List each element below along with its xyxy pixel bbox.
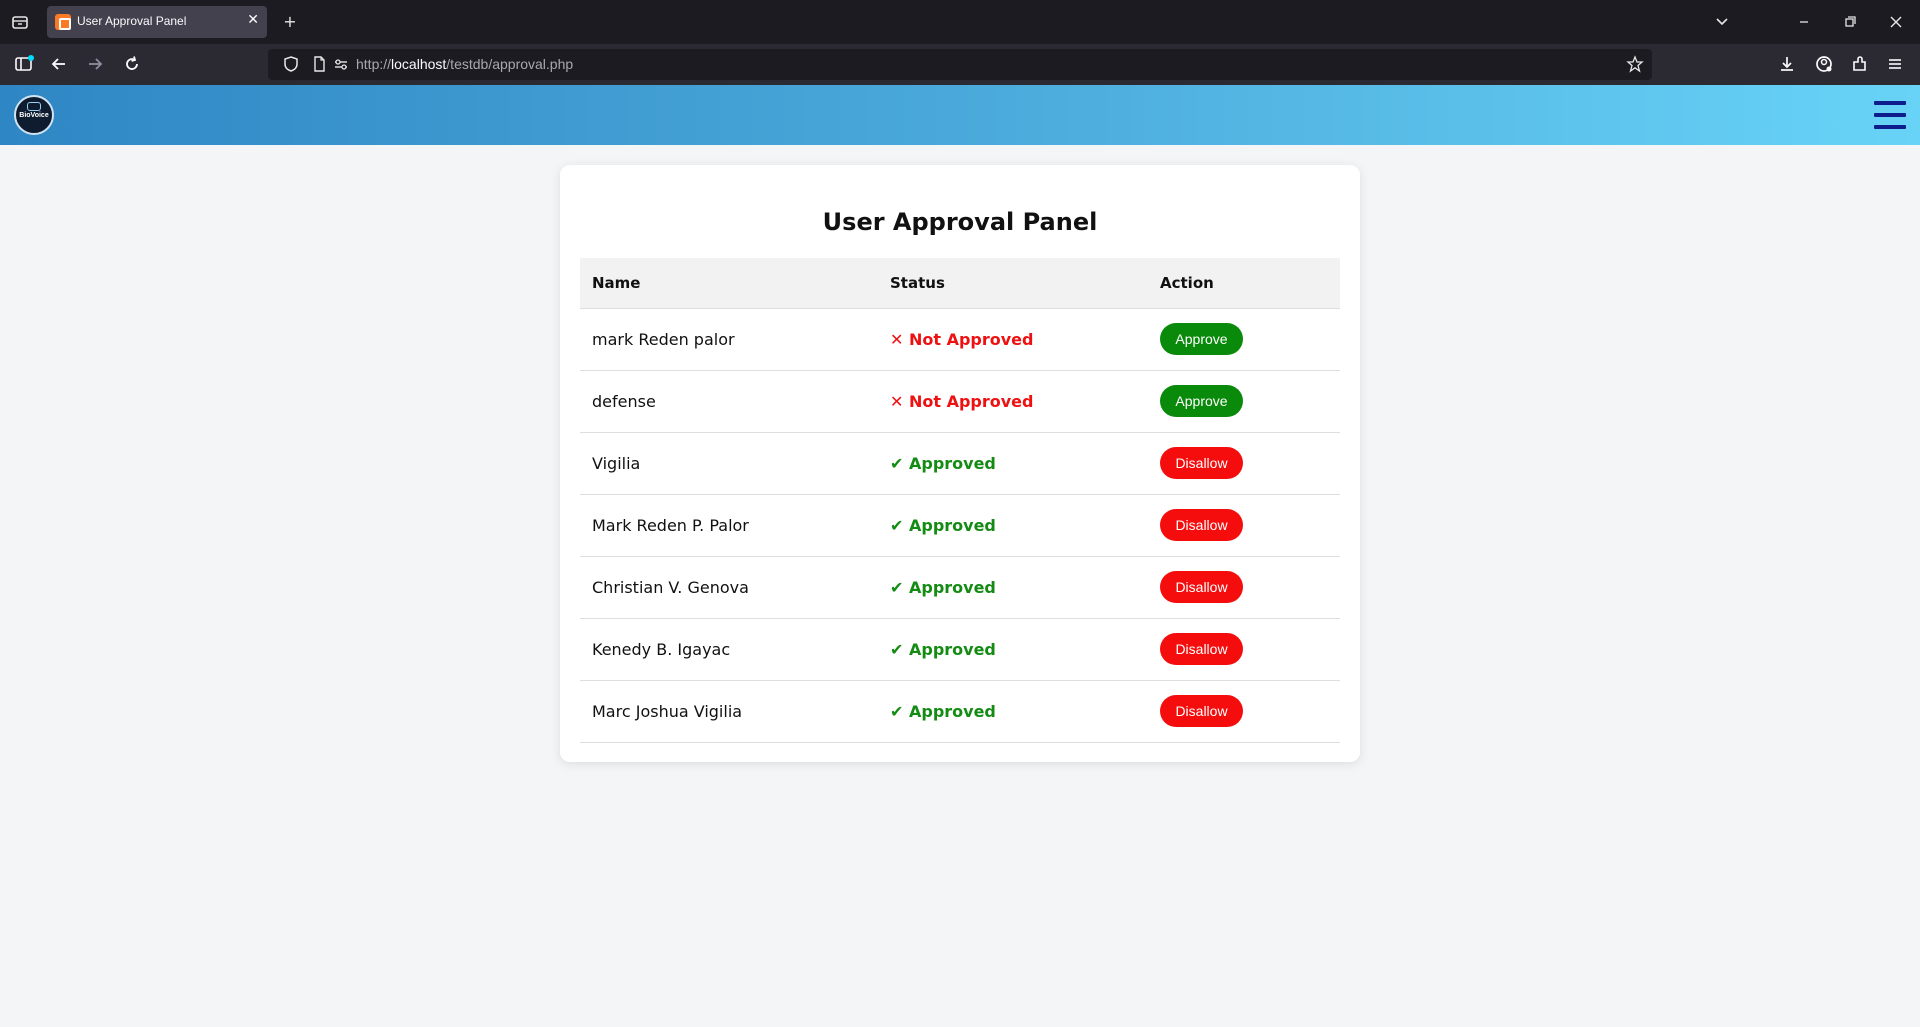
disallow-button[interactable]: Disallow <box>1160 447 1243 479</box>
url-path: /testdb/approval.php <box>446 56 574 72</box>
user-name-cell: Vigilia <box>580 432 878 495</box>
close-window-icon[interactable] <box>1886 12 1906 32</box>
action-cell: Disallow <box>1148 618 1340 681</box>
browser-tab[interactable]: User Approval Panel ✕ <box>47 6 267 38</box>
permissions-icon[interactable] <box>332 55 350 73</box>
back-arrow-icon[interactable] <box>48 53 70 75</box>
account-icon[interactable] <box>1813 53 1835 75</box>
app-menu-icon[interactable] <box>1884 53 1906 75</box>
status-not-approved: ✕ Not Approved <box>890 329 1034 349</box>
page-icon[interactable] <box>310 55 328 73</box>
browser-nav-bar: http://localhost/testdb/approval.php <box>0 44 1920 85</box>
table-row: mark Reden palor ✕ Not Approved Approve <box>580 308 1340 371</box>
tab-list-icon[interactable] <box>10 12 30 32</box>
table-row: Kenedy B. Igayac ✔ Approved Disallow <box>580 618 1340 681</box>
user-name-cell: mark Reden palor <box>580 308 878 371</box>
user-name-cell: Mark Reden P. Palor <box>580 494 878 557</box>
status-cell: ✕ Not Approved <box>878 308 1148 371</box>
column-header-action: Action <box>1148 258 1340 309</box>
action-cell: Disallow <box>1148 494 1340 557</box>
star-icon[interactable] <box>1626 55 1644 73</box>
chevron-down-icon[interactable] <box>1712 12 1732 32</box>
table-row: Christian V. Genova ✔ Approved Disallow <box>580 556 1340 619</box>
hamburger-menu-icon[interactable] <box>1874 101 1906 129</box>
tab-title: User Approval Panel <box>77 14 187 28</box>
approval-card: User Approval Panel Name Status Action m… <box>560 165 1360 762</box>
forward-arrow-icon[interactable] <box>84 53 106 75</box>
shield-icon[interactable] <box>282 55 300 73</box>
table-row: Vigilia ✔ Approved Disallow <box>580 432 1340 495</box>
download-icon[interactable] <box>1776 53 1798 75</box>
approve-button[interactable]: Approve <box>1160 385 1243 417</box>
status-approved: ✔ Approved <box>890 577 996 597</box>
status-cell: ✕ Not Approved <box>878 370 1148 433</box>
url-bar[interactable]: http://localhost/testdb/approval.php <box>268 49 1652 80</box>
status-approved: ✔ Approved <box>890 701 996 721</box>
status-approved: ✔ Approved <box>890 639 996 659</box>
disallow-button[interactable]: Disallow <box>1160 571 1243 603</box>
logo-mark-icon <box>27 102 41 111</box>
status-not-approved: ✕ Not Approved <box>890 391 1034 411</box>
site-header: BioVoice <box>0 85 1920 145</box>
table-row: Mark Reden P. Palor ✔ Approved Disallow <box>580 494 1340 557</box>
new-tab-icon[interactable]: + <box>280 12 300 32</box>
page-title: User Approval Panel <box>822 208 1098 236</box>
extensions-icon[interactable] <box>1849 53 1871 75</box>
user-name-cell: defense <box>580 370 878 433</box>
status-approved: ✔ Approved <box>890 515 996 535</box>
status-cell: ✔ Approved <box>878 432 1148 495</box>
approve-button[interactable]: Approve <box>1160 323 1243 355</box>
user-name-cell: Christian V. Genova <box>580 556 878 619</box>
site-favicon-icon <box>55 14 71 30</box>
table-row: defense ✕ Not Approved Approve <box>580 370 1340 433</box>
sidebar-toggle-icon[interactable] <box>13 53 35 75</box>
minimize-icon[interactable] <box>1794 12 1814 32</box>
disallow-button[interactable]: Disallow <box>1160 509 1243 541</box>
status-cell: ✔ Approved <box>878 618 1148 681</box>
action-cell: Disallow <box>1148 556 1340 619</box>
browser-tab-bar: User Approval Panel ✕ + <box>0 0 1920 44</box>
reload-icon[interactable] <box>121 53 143 75</box>
url-host: localhost <box>391 56 447 72</box>
url-text[interactable]: http://localhost/testdb/approval.php <box>356 56 573 72</box>
user-table: Name Status Action mark Reden palor ✕ Not… <box>580 258 1340 743</box>
user-name-cell: Kenedy B. Igayac <box>580 618 878 681</box>
disallow-button[interactable]: Disallow <box>1160 695 1243 727</box>
action-cell: Approve <box>1148 308 1340 371</box>
restore-icon[interactable] <box>1840 12 1860 32</box>
status-cell: ✔ Approved <box>878 494 1148 557</box>
url-prefix: http:// <box>356 56 392 72</box>
column-header-name: Name <box>580 258 878 309</box>
column-header-status: Status <box>878 258 1148 309</box>
disallow-button[interactable]: Disallow <box>1160 633 1243 665</box>
status-cell: ✔ Approved <box>878 556 1148 619</box>
logo-text: BioVoice <box>19 112 49 119</box>
action-cell: Disallow <box>1148 680 1340 743</box>
user-name-cell: Marc Joshua Vigilia <box>580 680 878 743</box>
table-row: Marc Joshua Vigilia ✔ Approved Disallow <box>580 680 1340 743</box>
action-cell: Approve <box>1148 370 1340 433</box>
status-cell: ✔ Approved <box>878 680 1148 743</box>
tab-close-icon[interactable]: ✕ <box>247 12 259 28</box>
action-cell: Disallow <box>1148 432 1340 495</box>
table-header-row: Name Status Action <box>580 258 1340 309</box>
status-approved: ✔ Approved <box>890 453 996 473</box>
biovoice-logo[interactable]: BioVoice <box>14 95 54 135</box>
table-body: mark Reden palor ✕ Not Approved Approve def… <box>580 308 1340 743</box>
